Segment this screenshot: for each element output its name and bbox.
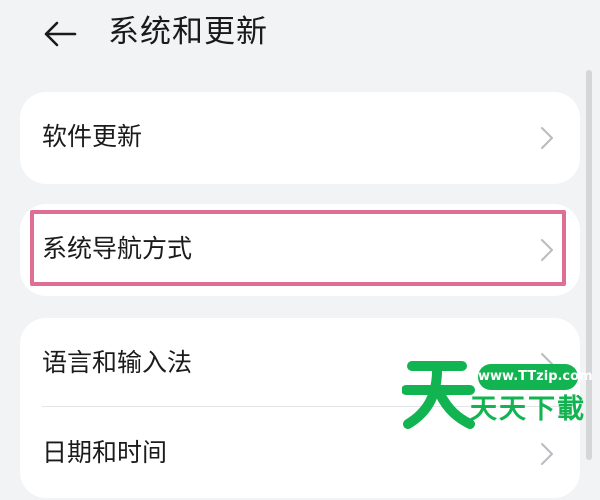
back-button[interactable] — [40, 14, 80, 54]
watermark-text: 天天下載 — [470, 394, 586, 425]
watermark: www.TTzip.com 天天下載 — [402, 352, 598, 432]
page-title: 系统和更新 — [108, 14, 268, 50]
back-arrow-icon — [44, 21, 77, 47]
settings-card-navigation: 系统导航方式 — [20, 204, 580, 296]
row-label: 软件更新 — [42, 122, 143, 151]
watermark-logo-icon — [402, 361, 475, 429]
watermark-url: www.TTzip.com — [478, 364, 593, 390]
chevron-right-icon — [541, 127, 553, 149]
app-header: 系统和更新 — [0, 0, 600, 70]
software-update-row[interactable]: 软件更新 — [20, 92, 580, 184]
chevron-right-icon — [541, 443, 553, 465]
row-label: 语言和输入法 — [42, 348, 193, 377]
chevron-right-icon — [541, 239, 553, 261]
settings-card-updates: 软件更新 — [20, 92, 580, 184]
system-navigation-row[interactable]: 系统导航方式 — [20, 204, 580, 296]
row-label: 日期和时间 — [42, 438, 168, 467]
row-label: 系统导航方式 — [42, 234, 193, 263]
